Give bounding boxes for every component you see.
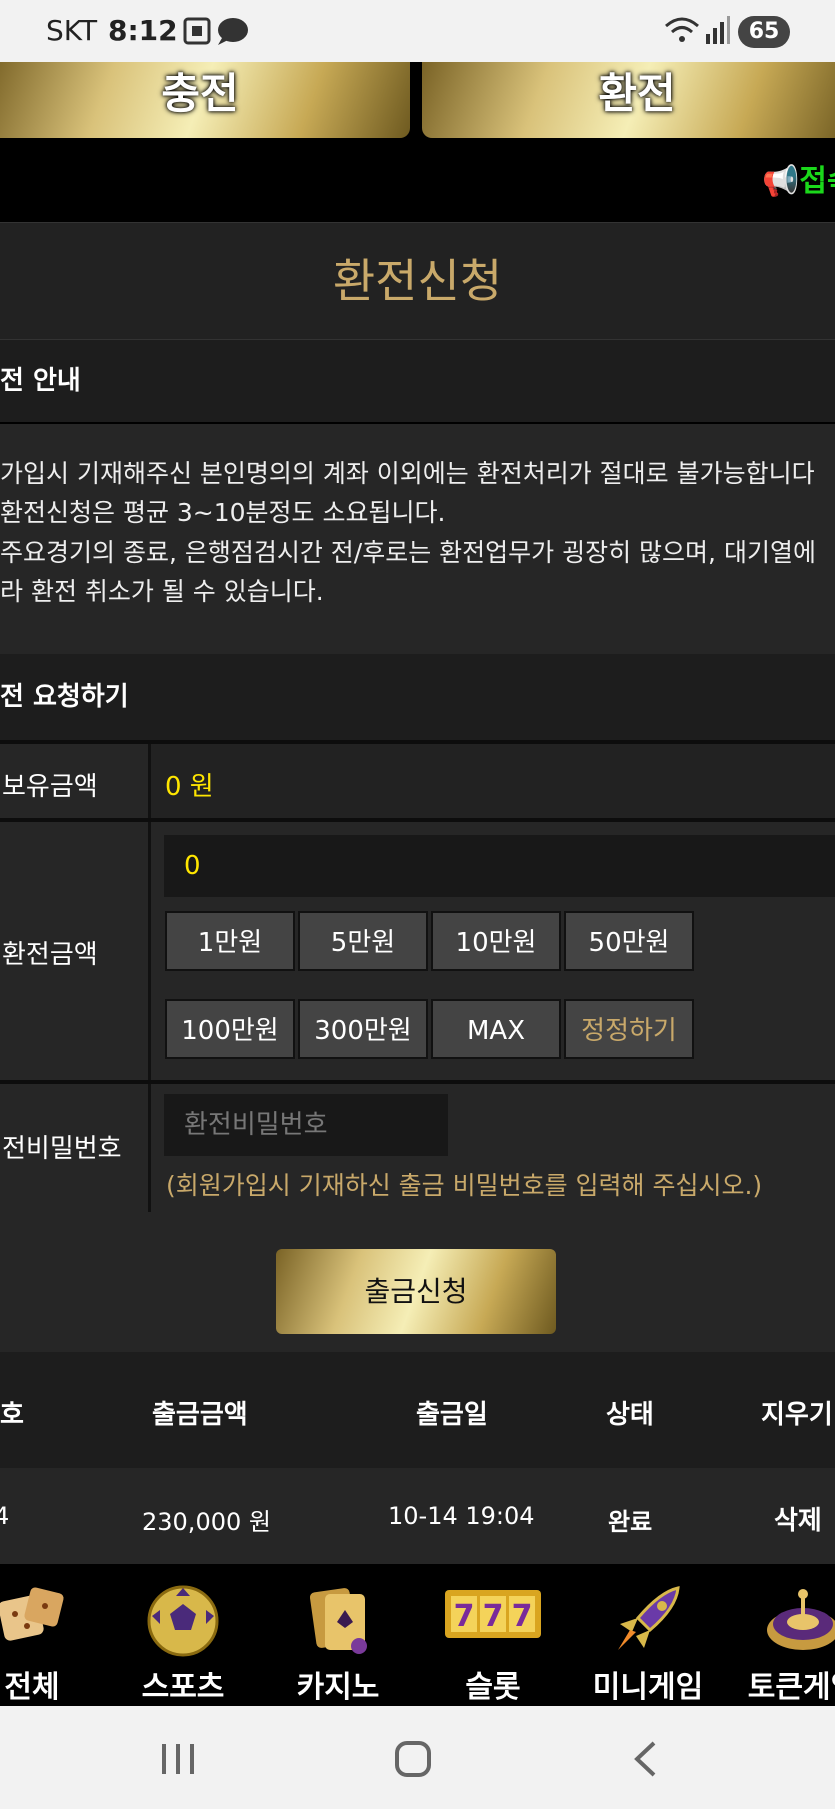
chip-50k-button[interactable]: 5만원	[298, 911, 428, 971]
col-date: 출금일	[416, 1400, 488, 1430]
col-amount: 출금금액	[152, 1400, 248, 1430]
row-date: 10-14 19:04	[388, 1502, 535, 1530]
svg-text:7: 7	[454, 1599, 475, 1634]
nav-slot-label: 슬롯	[465, 1670, 521, 1705]
delete-button[interactable]: 삭제	[774, 1500, 822, 1537]
chat-icon	[216, 16, 250, 50]
screenshot-icon	[182, 16, 212, 50]
amount-input[interactable]: 0	[164, 835, 835, 897]
balance-row: 보유금액 0 원	[0, 744, 835, 818]
nav-all[interactable]: 전체	[0, 1566, 102, 1706]
nav-token-game-label: 토큰게임	[747, 1670, 835, 1705]
nav-all-label: 전체	[4, 1670, 60, 1705]
notice-box: 가입시 기재해주신 본인명의의 계좌 이외에는 환전처리가 절대로 불가능합니다…	[0, 424, 835, 654]
svg-text:7: 7	[483, 1599, 504, 1634]
rocket-icon	[608, 1584, 688, 1662]
password-label: 전비밀번호	[2, 1134, 122, 1164]
carrier-label: SKT	[46, 14, 98, 47]
chip-3m-button[interactable]: 300만원	[298, 999, 428, 1059]
chip-10k-button[interactable]: 1만원	[165, 911, 295, 971]
row-no: 4	[0, 1502, 10, 1530]
nav-slot[interactable]: 777 슬롯	[423, 1566, 563, 1706]
dice-icon	[0, 1584, 69, 1658]
back-icon[interactable]	[632, 1740, 658, 1782]
page-title: 환전신청	[0, 222, 835, 340]
row-amount: 230,000 원	[142, 1508, 271, 1536]
deposit-button[interactable]: 충전	[0, 62, 410, 138]
notice-heading: 전 안내	[0, 340, 835, 422]
request-heading: 전 요청하기	[0, 654, 835, 740]
clock: 8:12	[108, 14, 178, 47]
playing-cards-icon	[301, 1584, 375, 1662]
notice-line: 가입시 기재해주신 본인명의의 계좌 이외에는 환전처리가 절대로 불가능합니다	[0, 459, 815, 488]
svg-text:7: 7	[512, 1599, 533, 1634]
nav-sports-label: 스포츠	[141, 1670, 225, 1705]
balance-label: 보유금액	[2, 772, 98, 802]
col-status: 상태	[606, 1400, 654, 1430]
home-icon[interactable]	[394, 1740, 432, 1782]
nav-minigame[interactable]: 미니게임	[578, 1566, 718, 1706]
status-bar: SKT 8:12 65	[0, 0, 835, 62]
recent-apps-icon[interactable]	[160, 1742, 196, 1780]
nav-sports[interactable]: 스포츠	[113, 1566, 253, 1706]
notice-line: 라 환전 취소가 될 수 있습니다.	[0, 577, 324, 606]
reset-amount-button[interactable]: 정정하기	[564, 999, 694, 1059]
nav-token-game[interactable]: 토큰게임	[733, 1566, 835, 1706]
withdraw-button[interactable]: 환전	[422, 62, 835, 138]
withdraw-password-input[interactable]	[164, 1094, 448, 1156]
row-status: 완료	[608, 1508, 653, 1536]
battery-indicator: 65	[738, 16, 790, 48]
col-no: 호	[0, 1400, 24, 1430]
nav-minigame-label: 미니게임	[592, 1670, 704, 1705]
table-row: 4 230,000 원 10-14 19:04 완료 삭제	[0, 1468, 835, 1564]
col-delete: 지우기	[761, 1400, 833, 1430]
withdraw-submit-button[interactable]: 출금신청	[276, 1249, 556, 1334]
balance-value: 0 원	[165, 772, 214, 802]
chip-100k-button[interactable]: 10만원	[431, 911, 561, 971]
wifi-icon	[664, 16, 700, 50]
system-nav-bar	[0, 1706, 835, 1809]
soccer-ball-icon	[146, 1584, 220, 1662]
signal-icon	[704, 16, 730, 50]
notice-marquee: 📢접속	[0, 140, 835, 222]
roulette-icon	[763, 1584, 835, 1662]
marquee-text: 📢접속	[762, 164, 835, 199]
history-header: 호 출금금액 출금일 상태 지우기	[0, 1352, 835, 1468]
amount-value: 0	[184, 851, 201, 881]
slot-777-icon: 777	[443, 1584, 543, 1648]
chip-1m-button[interactable]: 100만원	[165, 999, 295, 1059]
amount-label: 환전금액	[2, 940, 98, 970]
password-hint: (회원가입시 기재하신 출금 비밀번호를 입력해 주십시오.)	[166, 1171, 763, 1200]
chip-max-button[interactable]: MAX	[431, 999, 561, 1059]
notice-line: 주요경기의 종료, 은행점검시간 전/후로는 환전업무가 굉장히 많으며, 대기…	[0, 538, 816, 567]
nav-casino-label: 카지노	[296, 1670, 380, 1705]
nav-casino[interactable]: 카지노	[268, 1566, 408, 1706]
notice-line: 환전신청은 평균 3~10분정도 소요됩니다.	[0, 498, 446, 527]
chip-500k-button[interactable]: 50만원	[564, 911, 694, 971]
bottom-nav: 전체 스포츠 카지노 777 슬롯 미니게임 토큰게임	[0, 1566, 835, 1706]
